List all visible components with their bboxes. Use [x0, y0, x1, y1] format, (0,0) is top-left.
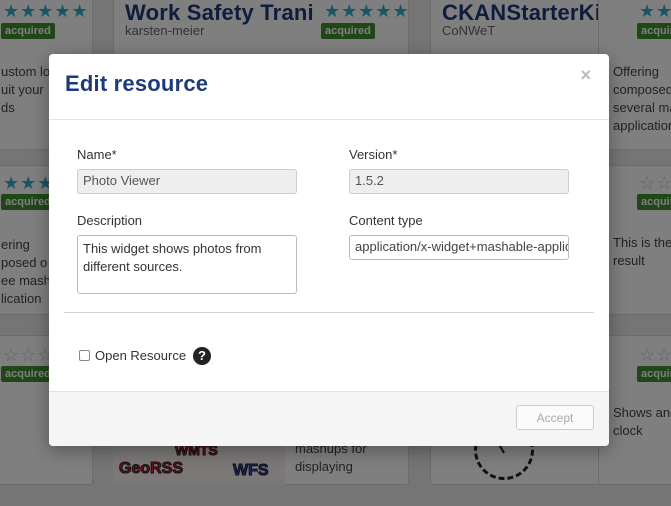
- modal-title: Edit resource: [65, 71, 209, 96]
- edit-resource-dialog: Edit resource × Name* Photo Viewer Versi…: [49, 54, 609, 446]
- content-type-field[interactable]: application/x-widget+mashable-applicatio…: [349, 235, 569, 260]
- open-resource-checkbox[interactable]: [79, 350, 90, 361]
- version-field[interactable]: 1.5.2: [349, 169, 569, 194]
- form-divider: [64, 312, 594, 313]
- close-button[interactable]: ×: [576, 63, 595, 88]
- modal-footer: Accept: [49, 391, 609, 446]
- help-icon[interactable]: ?: [193, 347, 211, 365]
- description-label: Description: [77, 213, 143, 228]
- name-field[interactable]: Photo Viewer: [77, 169, 297, 194]
- version-label: Version*: [349, 147, 398, 162]
- modal-header: Edit resource ×: [49, 54, 609, 120]
- accept-button[interactable]: Accept: [516, 405, 594, 430]
- description-textarea[interactable]: This widget shows photos from different …: [77, 235, 297, 294]
- open-resource-label[interactable]: Open Resource: [95, 348, 186, 363]
- name-label: Name*: [77, 147, 117, 162]
- content-type-label: Content type: [349, 213, 423, 228]
